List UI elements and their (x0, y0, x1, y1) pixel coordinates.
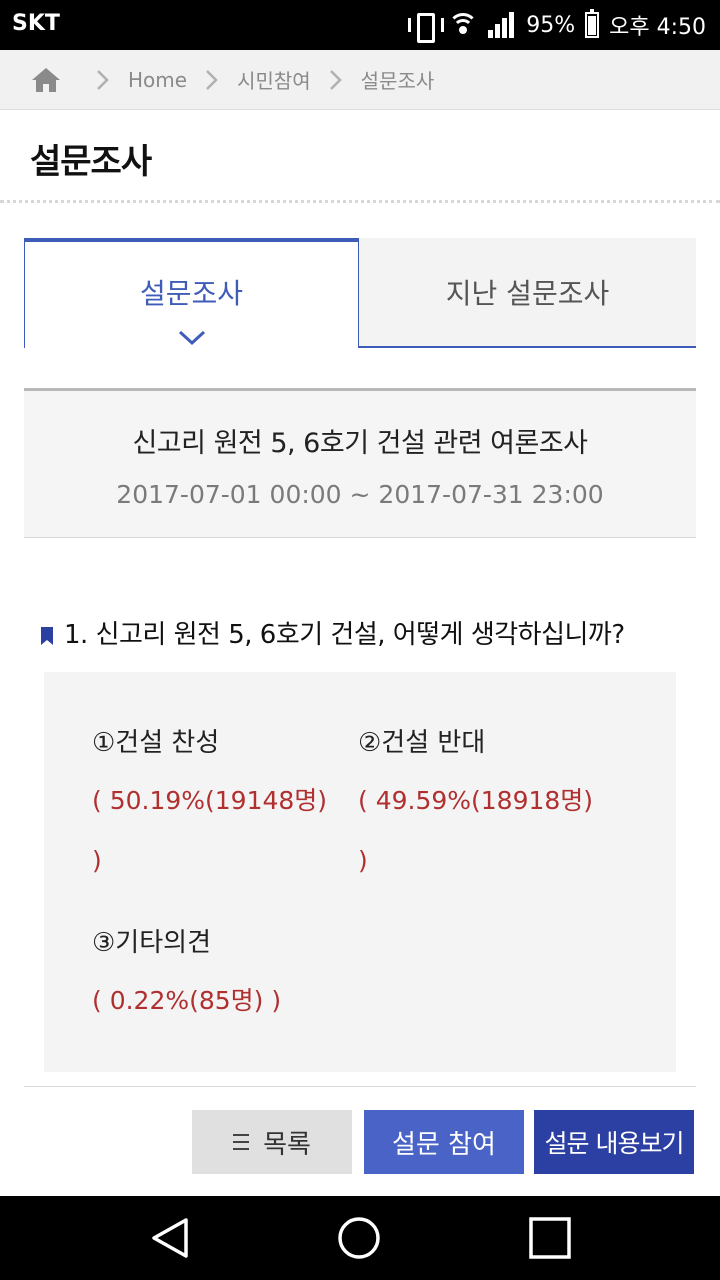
status-bar: SKT 95% 오후 4:50 (0, 0, 720, 50)
menu-icon (233, 1134, 250, 1150)
list-button[interactable]: 목록 (192, 1110, 352, 1174)
option-support: ①건설 찬성 ( 50.19%(19148명) ) (92, 722, 352, 891)
view-survey-button[interactable]: 설문 내용보기 (534, 1110, 694, 1174)
title-divider (0, 200, 720, 203)
breadcrumb: Home 시민참여 설문조사 (0, 50, 720, 110)
option-result-line: ( 50.19%(19148명) (92, 786, 328, 815)
bookmark-icon (40, 623, 54, 645)
list-button-label: 목록 (263, 1129, 311, 1160)
signal-icon (488, 12, 516, 38)
chevron-right-icon (205, 69, 219, 91)
status-icons: 95% 오후 4:50 (408, 9, 706, 43)
home-circle-icon[interactable] (337, 1216, 381, 1260)
option-label: ②건설 반대 (358, 728, 486, 758)
battery-icon (585, 9, 600, 38)
vibrate-icon (408, 12, 445, 43)
option-result: ( 49.59%(18918명) ) (358, 771, 628, 891)
option-label: ①건설 찬성 (92, 728, 220, 758)
back-icon[interactable] (148, 1216, 192, 1260)
option-oppose: ②건설 반대 ( 49.59%(18918명) ) (358, 722, 628, 891)
answer-results: ①건설 찬성 ( 50.19%(19148명) ) ②건설 반대 ( 49.59… (44, 672, 676, 1072)
tab-current-survey[interactable]: 설문조사 (24, 238, 359, 348)
breadcrumb-citizen[interactable]: 시민참여 (237, 65, 311, 94)
tab-label: 설문조사 (139, 277, 244, 310)
survey-period: 2017-07-01 00:00 ~ 2017-07-31 23:00 (116, 480, 604, 509)
option-result-line: ) (358, 846, 368, 875)
page-title: 설문조사 (30, 142, 152, 182)
tab-label: 지난 설문조사 (445, 277, 610, 310)
join-button-label: 설문 참여 (392, 1129, 496, 1160)
system-nav-bar (0, 1196, 720, 1280)
wifi-icon (448, 13, 479, 37)
option-result-line: ( 49.59%(18918명) (358, 786, 594, 815)
breadcrumb-home[interactable]: Home (128, 68, 187, 92)
question-title: 1. 신고리 원전 5, 6호기 건설, 어떻게 생각하십니까? (40, 614, 625, 651)
join-survey-button[interactable]: 설문 참여 (364, 1110, 524, 1174)
chevron-down-icon (178, 320, 206, 353)
recent-apps-icon[interactable] (528, 1216, 572, 1260)
view-button-label: 설문 내용보기 (544, 1129, 685, 1158)
survey-title: 신고리 원전 5, 6호기 건설 관련 여론조사 (132, 428, 588, 459)
tab-past-surveys[interactable]: 지난 설문조사 (359, 238, 696, 348)
survey-header: 신고리 원전 5, 6호기 건설 관련 여론조사 2017-07-01 00:0… (24, 388, 696, 538)
survey-tabs: 설문조사 지난 설문조사 (24, 238, 696, 348)
option-result: ( 0.22%(85명) ) (92, 971, 392, 1031)
chevron-right-icon (329, 69, 343, 91)
option-label: ③기타의견 (92, 928, 211, 958)
option-result-line: ( 0.22%(85명) ) (92, 986, 282, 1015)
home-icon[interactable] (30, 65, 62, 95)
content-divider (24, 1086, 696, 1087)
question-text: 1. 신고리 원전 5, 6호기 건설, 어떻게 생각하십니까? (64, 620, 625, 650)
battery-percent: 95% (526, 12, 576, 38)
option-result-line: ) (92, 846, 102, 875)
option-other: ③기타의견 ( 0.22%(85명) ) (92, 922, 392, 1031)
chevron-right-icon (96, 69, 110, 91)
breadcrumb-survey[interactable]: 설문조사 (361, 65, 435, 94)
carrier-label: SKT (12, 11, 60, 36)
clock: 오후 4:50 (609, 15, 706, 40)
option-result: ( 50.19%(19148명) ) (92, 771, 352, 891)
